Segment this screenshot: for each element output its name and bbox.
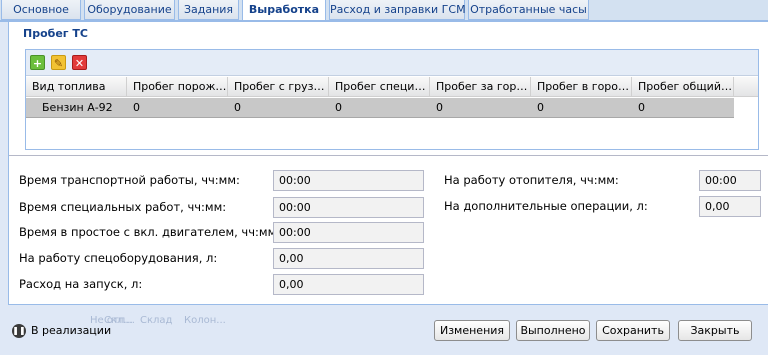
label-transport-time: Время транспортной работы, чч:мм:	[19, 173, 240, 187]
save-button[interactable]: Сохранить	[596, 320, 670, 341]
table-cell: 0	[638, 101, 645, 114]
idle-time-field[interactable]: 00:00	[273, 222, 424, 243]
fieldset-title: Пробег ТС	[23, 27, 88, 40]
column-header[interactable]: Пробег с грузом...	[228, 77, 329, 97]
tab-osnovnoe[interactable]: Основное	[1, 0, 81, 20]
table-row[interactable]: Бензин А-92 0 0 0 0 0 0	[26, 98, 734, 118]
table-cell: 0	[234, 101, 241, 114]
grid-toolbar: + ✎ ✕	[26, 50, 758, 76]
pause-icon: ❚❚	[12, 324, 26, 338]
column-header[interactable]: Вид топлива	[26, 77, 127, 97]
label-special-equipment: На работу спецоборудования, л:	[19, 251, 218, 265]
mileage-fieldset: Пробег ТС + ✎ ✕ Вид топлива Пробег порож…	[9, 22, 768, 156]
heater-field[interactable]: 00:00	[699, 170, 761, 191]
grid-header: Вид топлива Пробег порожн... Пробег с гр…	[26, 77, 758, 97]
column-header[interactable]: Пробег порожн...	[127, 77, 228, 97]
label-idle-time: Время в простое с вкл. двигателем, чч:мм…	[19, 225, 281, 239]
tab-rashod-gsm[interactable]: Расход и заправки ГСМ	[329, 0, 466, 20]
cell-fuel-type: Бензин А-92	[42, 101, 113, 114]
background-ghost-text: Склад	[140, 315, 173, 326]
column-header[interactable]: Пробег в город...	[531, 77, 632, 97]
additional-operations-field[interactable]: 0,00	[699, 196, 761, 217]
column-header[interactable]: Пробег общий, ...	[632, 77, 734, 97]
background-ghost-text: Колон...	[184, 315, 226, 326]
tab-strip: Основное Оборудование Задания Выработка …	[0, 0, 768, 21]
changes-button[interactable]: Изменения	[434, 320, 510, 341]
column-header[interactable]: Пробег за город...	[430, 77, 531, 97]
special-time-field[interactable]: 00:00	[273, 197, 424, 218]
tab-oborudovanie[interactable]: Оборудование	[84, 0, 175, 20]
label-startup-consumption: Расход на запуск, л:	[19, 277, 143, 291]
table-cell: 0	[335, 101, 342, 114]
column-header[interactable]: Пробег специал...	[329, 77, 430, 97]
table-cell: 0	[436, 101, 443, 114]
label-heater: На работу отопителя, чч:мм:	[444, 173, 619, 187]
status-text: В реализации	[31, 324, 112, 337]
label-special-time: Время специальных работ, чч:мм:	[19, 200, 227, 214]
table-cell: 0	[537, 101, 544, 114]
special-equipment-field[interactable]: 0,00	[273, 248, 424, 269]
bottom-bar: Не отп... Скл... Склад Колон... ❚❚ В реа…	[0, 305, 768, 355]
tab-content: Пробег ТС + ✎ ✕ Вид топлива Пробег порож…	[8, 22, 768, 305]
delete-icon[interactable]: ✕	[72, 55, 87, 70]
table-cell: 0	[133, 101, 140, 114]
label-additional-operations: На дополнительные операции, л:	[444, 199, 648, 213]
tab-otrabotannye-chasy[interactable]: Отработанные часы	[468, 0, 589, 20]
close-button[interactable]: Закрыть	[678, 320, 752, 341]
done-button[interactable]: Выполнено	[516, 320, 590, 341]
mileage-grid: + ✎ ✕ Вид топлива Пробег порожн... Пробе…	[25, 49, 759, 150]
tab-zadaniya[interactable]: Задания	[178, 0, 239, 20]
tab-vyrabotka[interactable]: Выработка	[242, 0, 326, 21]
startup-consumption-field[interactable]: 0,00	[273, 274, 424, 295]
transport-time-field[interactable]: 00:00	[273, 170, 424, 191]
edit-icon[interactable]: ✎	[51, 55, 66, 70]
add-icon[interactable]: +	[30, 55, 45, 70]
